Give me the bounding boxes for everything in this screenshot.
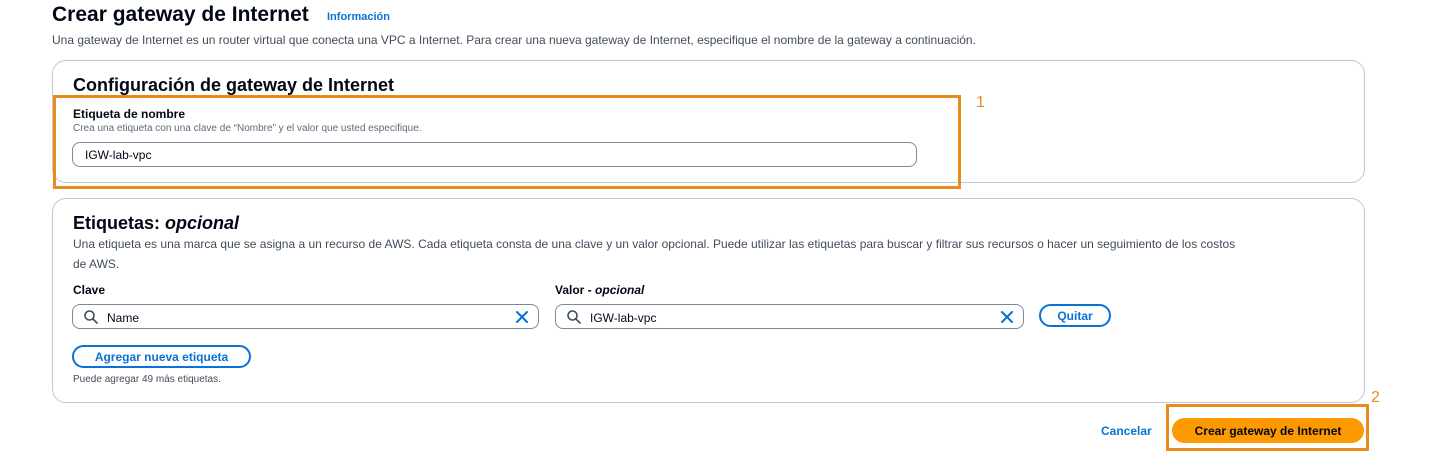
create-gateway-button[interactable]: Crear gateway de Internet (1172, 418, 1364, 443)
tags-description-line1: Una etiqueta es una marca que se asigna … (73, 237, 1236, 251)
name-tag-input[interactable] (72, 142, 917, 167)
cancel-button[interactable]: Cancelar (1101, 424, 1152, 438)
tags-panel: Etiquetas: opcional Una etiqueta es una … (52, 198, 1365, 403)
remove-tag-button[interactable]: Quitar (1039, 304, 1111, 327)
tags-title-main: Etiquetas: (73, 213, 161, 233)
close-icon[interactable] (999, 309, 1015, 325)
tag-value-label-optional: opcional (595, 283, 645, 297)
name-tag-hint: Crea una etiqueta con una clave de “Nomb… (73, 123, 422, 134)
step-1-callout: 1 (976, 94, 985, 111)
close-icon[interactable] (514, 309, 530, 325)
add-tag-button[interactable]: Agregar nueva etiqueta (72, 345, 251, 368)
tag-value-input[interactable]: IGW-lab-vpc (555, 304, 1024, 329)
remaining-tags-note: Puede agregar 49 más etiquetas. (73, 374, 221, 385)
name-tag-label: Etiqueta de nombre (73, 107, 186, 121)
tag-value-label-main: Valor - (555, 283, 592, 297)
tag-key-label: Clave (73, 283, 106, 297)
tag-value-value: IGW-lab-vpc (590, 311, 657, 325)
config-panel: Configuración de gateway de Internet Eti… (52, 60, 1365, 183)
info-link[interactable]: Información (327, 11, 390, 23)
page-description: Una gateway de Internet es un router vir… (52, 33, 976, 47)
tags-title-optional: opcional (165, 213, 240, 233)
tag-key-value: Name (107, 311, 140, 325)
tag-key-input[interactable]: Name (72, 304, 539, 329)
tags-panel-title: Etiquetas: opcional (73, 213, 239, 234)
step-2-callout: 2 (1371, 389, 1380, 406)
tag-value-label: Valor - opcional (555, 283, 644, 297)
search-icon (567, 310, 581, 324)
tags-description-line2: de AWS. (73, 257, 120, 271)
config-panel-title: Configuración de gateway de Internet (73, 75, 395, 95)
page-title: Crear gateway de Internet (52, 3, 309, 26)
search-icon (84, 310, 98, 324)
